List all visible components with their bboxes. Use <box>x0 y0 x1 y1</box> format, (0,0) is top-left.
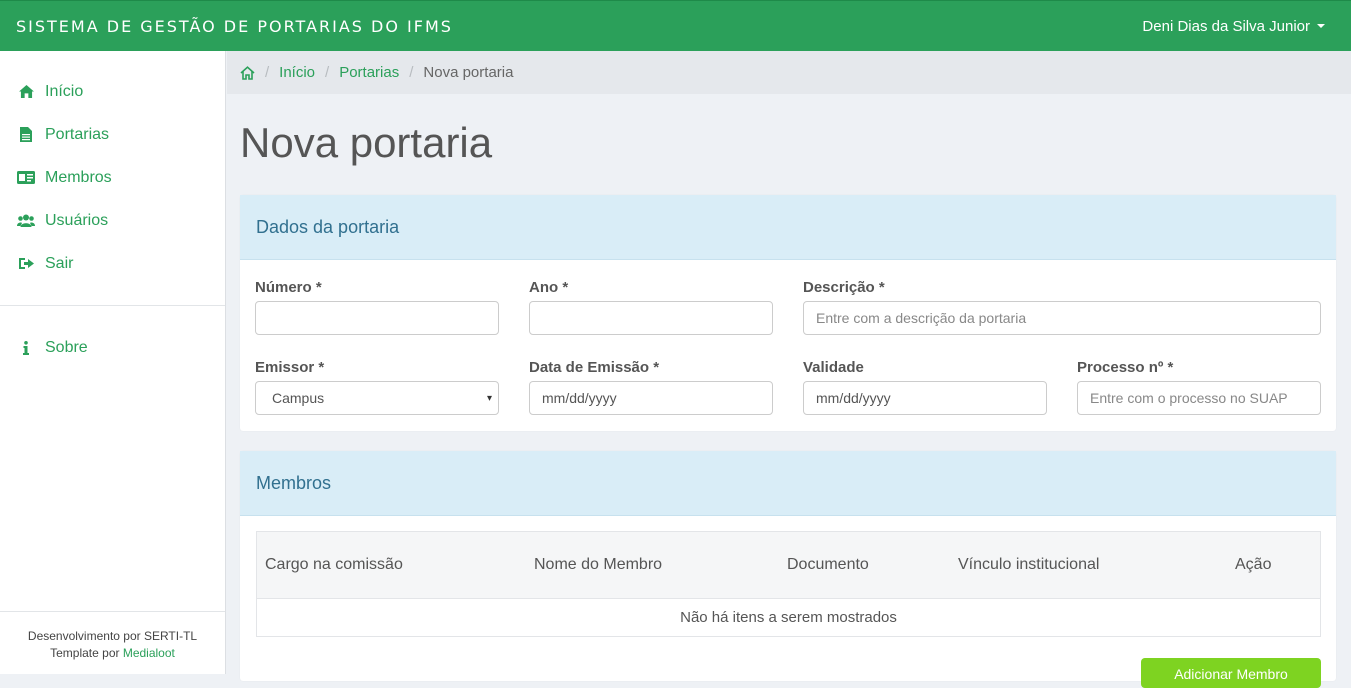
processo-label: Processo nº * <box>1077 359 1174 376</box>
numero-input[interactable] <box>255 301 499 335</box>
info-icon <box>17 340 35 356</box>
processo-field-group: Processo nº * Entre com o processo no SU… <box>1077 359 1321 415</box>
breadcrumb-separator: / <box>325 64 330 81</box>
portaria-data-panel: Dados da portaria Número * Ano * Descriç… <box>240 195 1336 431</box>
select-arrow-icon: ▾ <box>486 392 492 404</box>
sidebar-nav: Início Portarias Membros Usuários Sair <box>0 51 225 285</box>
document-icon <box>17 127 35 143</box>
sidebar-item-sobre[interactable]: Sobre <box>0 326 225 369</box>
app-title[interactable]: SISTEMA DE GESTÃO DE PORTARIAS DO IFMS <box>16 17 453 36</box>
page-title: Nova portaria <box>240 119 493 166</box>
footer-template: Template por Medialoot <box>0 645 225 662</box>
user-name: Deni Dias da Silva Junior <box>1142 17 1310 35</box>
validade-field-group: Validade mm/dd/yyyy <box>803 359 1047 415</box>
breadcrumb-separator: / <box>409 64 414 81</box>
sidebar-item-label: Membros <box>45 168 112 186</box>
data-emissao-label: Data de Emissão * <box>529 359 660 376</box>
column-header-documento[interactable]: Documento <box>787 556 869 574</box>
user-menu-dropdown[interactable]: Deni Dias da Silva Junior <box>1142 18 1335 35</box>
column-header-acao[interactable]: Ação <box>1235 556 1271 574</box>
descricao-input[interactable]: Entre com a descrição da portaria <box>803 301 1321 335</box>
id-card-icon <box>17 170 35 186</box>
column-header-cargo[interactable]: Cargo na comissão <box>265 556 403 574</box>
sidebar-item-inicio[interactable]: Início <box>0 70 225 113</box>
sidebar-divider <box>0 305 225 306</box>
data-emissao-field-group: Data de Emissão * mm/dd/yyyy <box>529 359 773 415</box>
numero-label: Número * <box>255 279 322 296</box>
sidebar-secondary-nav: Sobre <box>0 326 225 369</box>
processo-input[interactable]: Entre com o processo no SUAP <box>1077 381 1321 415</box>
breadcrumb: / Início / Portarias / Nova portaria <box>227 51 1351 94</box>
medialoot-link[interactable]: Medialoot <box>123 646 175 660</box>
top-navbar: SISTEMA DE GESTÃO DE PORTARIAS DO IFMS D… <box>0 0 1351 51</box>
footer-credits: Desenvolvimento por SERTI-TL <box>27 629 198 643</box>
caret-down-icon <box>1317 24 1325 28</box>
table-header: Cargo na comissão Nome do Membro Documen… <box>257 532 1320 599</box>
sidebar-item-label: Início <box>45 82 84 100</box>
sidebar-item-label: Usuários <box>45 211 109 229</box>
breadcrumb-separator: / <box>265 64 270 81</box>
ano-field-group: Ano * <box>529 279 773 335</box>
column-header-nome[interactable]: Nome do Membro <box>534 556 662 574</box>
home-outline-icon[interactable] <box>240 65 255 80</box>
emissor-selected-value: Campus <box>272 390 325 406</box>
sidebar-item-sair[interactable]: Sair <box>0 242 225 285</box>
sidebar-item-usuarios[interactable]: Usuários <box>0 199 225 242</box>
sidebar-item-label: Sobre <box>45 338 88 356</box>
sign-out-icon <box>17 256 35 272</box>
validade-label: Validade <box>803 359 864 376</box>
footer-template-prefix: Template por <box>50 646 123 660</box>
validade-input[interactable]: mm/dd/yyyy <box>803 381 1047 415</box>
sidebar-item-membros[interactable]: Membros <box>0 156 225 199</box>
sidebar-item-label: Portarias <box>45 125 110 143</box>
breadcrumb-home-link[interactable]: Início <box>279 64 315 81</box>
sidebar-item-label: Sair <box>45 254 74 272</box>
breadcrumb-current: Nova portaria <box>423 64 514 81</box>
ano-label: Ano * <box>529 279 569 296</box>
panel-heading: Membros <box>240 451 1336 516</box>
numero-field-group: Número * <box>255 279 499 335</box>
breadcrumb-portarias-link[interactable]: Portarias <box>339 64 399 81</box>
panel-heading: Dados da portaria <box>240 195 1336 260</box>
emissor-label: Emissor * <box>255 359 325 376</box>
home-icon <box>17 84 35 100</box>
sidebar: Início Portarias Membros Usuários Sair S… <box>0 51 226 674</box>
add-member-button[interactable]: Adicionar Membro <box>1141 658 1321 688</box>
descricao-field-group: Descrição * Entre com a descrição da por… <box>803 279 1321 335</box>
sidebar-footer: Desenvolvimento por SERTI-TL Template po… <box>0 611 225 674</box>
column-header-vinculo[interactable]: Vínculo institucional <box>958 556 1099 574</box>
members-panel: Membros Cargo na comissão Nome do Membro… <box>240 451 1336 688</box>
emissor-field-group: Emissor * Campus ▾ <box>255 359 499 415</box>
members-table: Cargo na comissão Nome do Membro Documen… <box>256 531 1321 637</box>
ano-input[interactable] <box>529 301 773 335</box>
users-icon <box>17 213 35 229</box>
table-empty-message: Não há itens a serem mostrados <box>680 609 897 626</box>
sidebar-item-portarias[interactable]: Portarias <box>0 113 225 156</box>
data-emissao-input[interactable]: mm/dd/yyyy <box>529 381 773 415</box>
descricao-label: Descrição * <box>803 279 885 296</box>
emissor-select[interactable]: Campus ▾ <box>255 381 499 415</box>
